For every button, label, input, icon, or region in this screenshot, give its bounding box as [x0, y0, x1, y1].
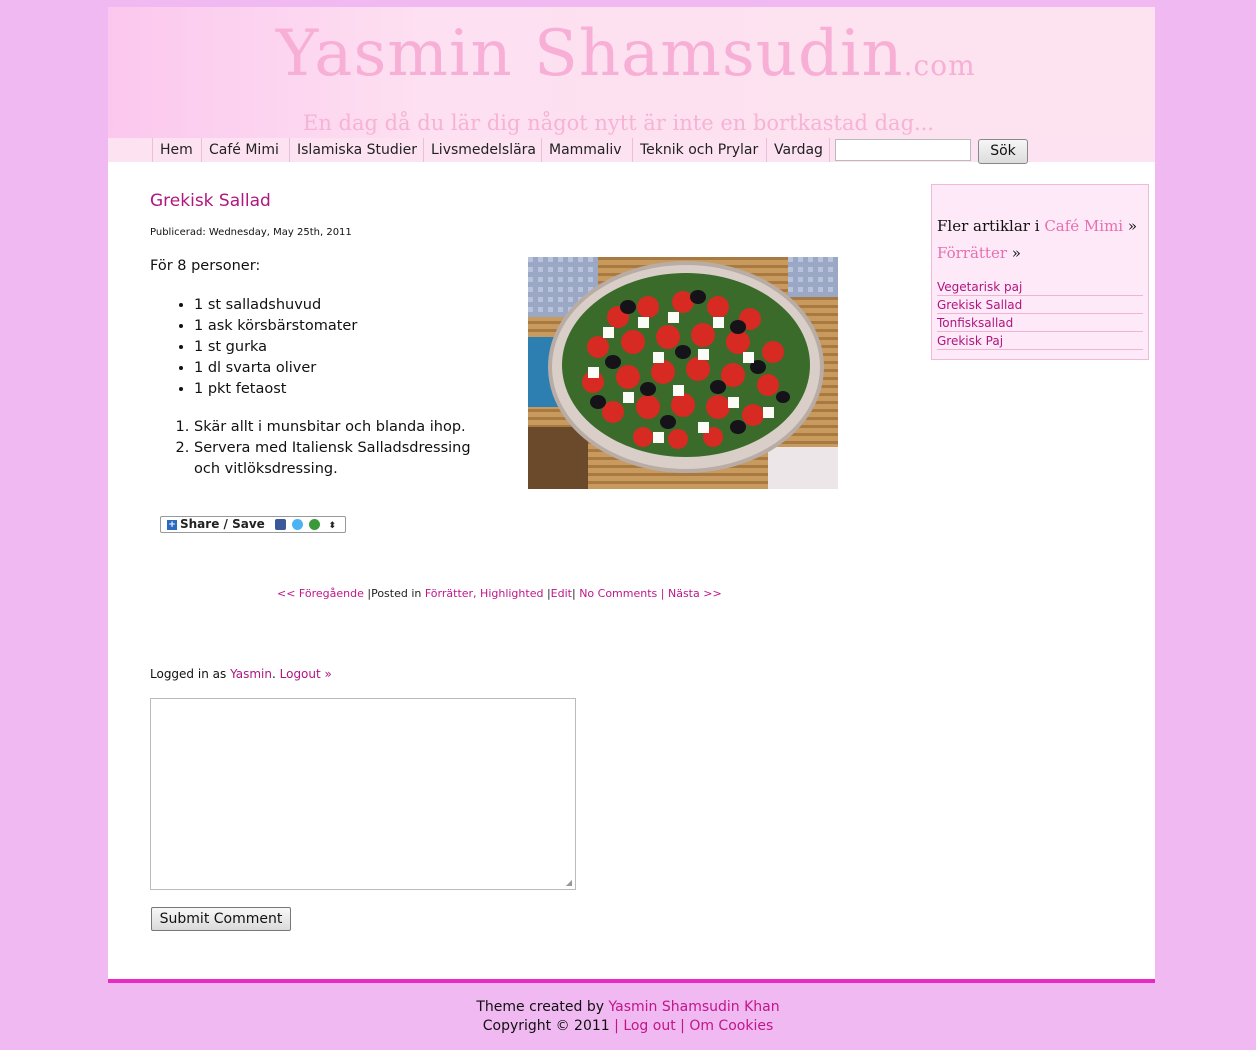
post-intro: För 8 personer: [150, 258, 261, 274]
site-title: Yasmin Shamsudin [276, 17, 904, 91]
sidebar-link[interactable]: Vegetarisk paj [937, 279, 1143, 296]
list-item: 1 dl svarta oliver [194, 358, 357, 379]
sidebar-category-link[interactable]: Café Mimi [1044, 217, 1123, 235]
footer-copyright: Copyright © 2011 [482, 1018, 610, 1034]
share-save-button[interactable]: + Share / Save ⬍ [160, 516, 346, 533]
logged-in-label: Logged in as [150, 667, 227, 681]
posted-in-label: Posted in [371, 587, 422, 600]
edit-link[interactable]: Edit [551, 587, 572, 600]
post-navigation: << Föregående |Posted in Förrätter, High… [277, 587, 722, 600]
nav-item-hem[interactable]: Hem [152, 138, 193, 162]
footer-cookies-link[interactable]: Om Cookies [689, 1018, 773, 1034]
site-footer: Theme created by Yasmin Shamsudin Khan C… [476, 999, 780, 1034]
site-header: Yasmin Shamsudin.com En dag då du lär di… [108, 7, 1155, 138]
submit-comment-button[interactable]: Submit Comment [151, 907, 291, 931]
post-date: Publicerad: Wednesday, May 25th, 2011 [150, 227, 352, 238]
chevron-updown-icon: ⬍ [328, 521, 337, 531]
comments-link[interactable]: No Comments [579, 587, 657, 600]
nav-item-mammaliv[interactable]: Mammaliv [541, 138, 622, 162]
footer-author-link[interactable]: Yasmin Shamsudin Khan [609, 999, 780, 1015]
sidebar-link[interactable]: Grekisk Paj [937, 333, 1143, 350]
share-label: Share / Save [180, 517, 265, 531]
nav-item-cafe-mimi[interactable]: Café Mimi [201, 138, 279, 162]
logout-link[interactable]: Logout » [280, 667, 332, 681]
list-item: 1 st gurka [194, 337, 357, 358]
list-item: 1 ask körsbärstomater [194, 316, 357, 337]
footer-theme-label: Theme created by [476, 999, 605, 1015]
sidebar-link[interactable]: Tonfisksallad [937, 315, 1143, 332]
share-plus-icon: + [167, 519, 177, 530]
twitter-icon [292, 519, 304, 530]
logged-in-line: Logged in as Yasmin. Logout » [150, 667, 332, 681]
list-item: 1 pkt fetaost [194, 379, 357, 400]
share-more-icon [309, 519, 321, 530]
sidebar-heading: Fler artiklar i Café Mimi » Förrätter » [937, 217, 1138, 262]
ingredient-list: 1 st salladshuvud 1 ask körsbärstomater … [150, 295, 357, 400]
sidebar-heading-prefix: Fler artiklar i [937, 217, 1040, 235]
footer-divider [108, 979, 1155, 983]
next-post-link[interactable]: Nästa >> [668, 587, 722, 600]
category-links[interactable]: Förrätter, Highlighted [425, 587, 544, 600]
sidebar-link[interactable]: Grekisk Sallad [937, 297, 1143, 314]
list-item: 1 st salladshuvud [194, 295, 357, 316]
search-button[interactable]: Sök [978, 139, 1028, 164]
step-list: Skär allt i munsbitar och blanda ihop. S… [150, 417, 494, 480]
sidebar-subcategory-link[interactable]: Förrätter [937, 244, 1007, 262]
list-item: Servera med Italiensk Salladsdressing oc… [194, 438, 494, 480]
prev-post-link[interactable]: << Föregående [277, 587, 364, 600]
search-input[interactable] [835, 139, 971, 161]
site-title-suffix: .com [903, 49, 976, 82]
sidebar-more-articles: Fler artiklar i Café Mimi » Förrätter » … [931, 184, 1149, 360]
user-link[interactable]: Yasmin [230, 667, 272, 681]
comment-textarea[interactable]: ◢ [150, 698, 576, 890]
nav-item-livsmedelslara[interactable]: Livsmedelslära [423, 138, 536, 162]
nav-item-islamiska-studier[interactable]: Islamiska Studier [289, 138, 417, 162]
facebook-icon [274, 519, 286, 530]
post-title[interactable]: Grekisk Sallad [150, 191, 271, 211]
nav-item-teknik-och-prylar[interactable]: Teknik och Prylar [632, 138, 758, 162]
salad-photo [528, 257, 838, 489]
nav-divider [829, 138, 830, 162]
site-logo[interactable]: Yasmin Shamsudin.com [276, 17, 976, 91]
page-container: Yasmin Shamsudin.com En dag då du lär di… [108, 7, 1155, 982]
site-tagline: En dag då du lär dig något nytt är inte … [303, 111, 935, 135]
resize-grip-icon[interactable]: ◢ [566, 878, 572, 887]
nav-item-vardag[interactable]: Vardag [766, 138, 823, 162]
footer-logout-link[interactable]: Log out [623, 1018, 675, 1034]
list-item: Skär allt i munsbitar och blanda ihop. [194, 417, 494, 438]
